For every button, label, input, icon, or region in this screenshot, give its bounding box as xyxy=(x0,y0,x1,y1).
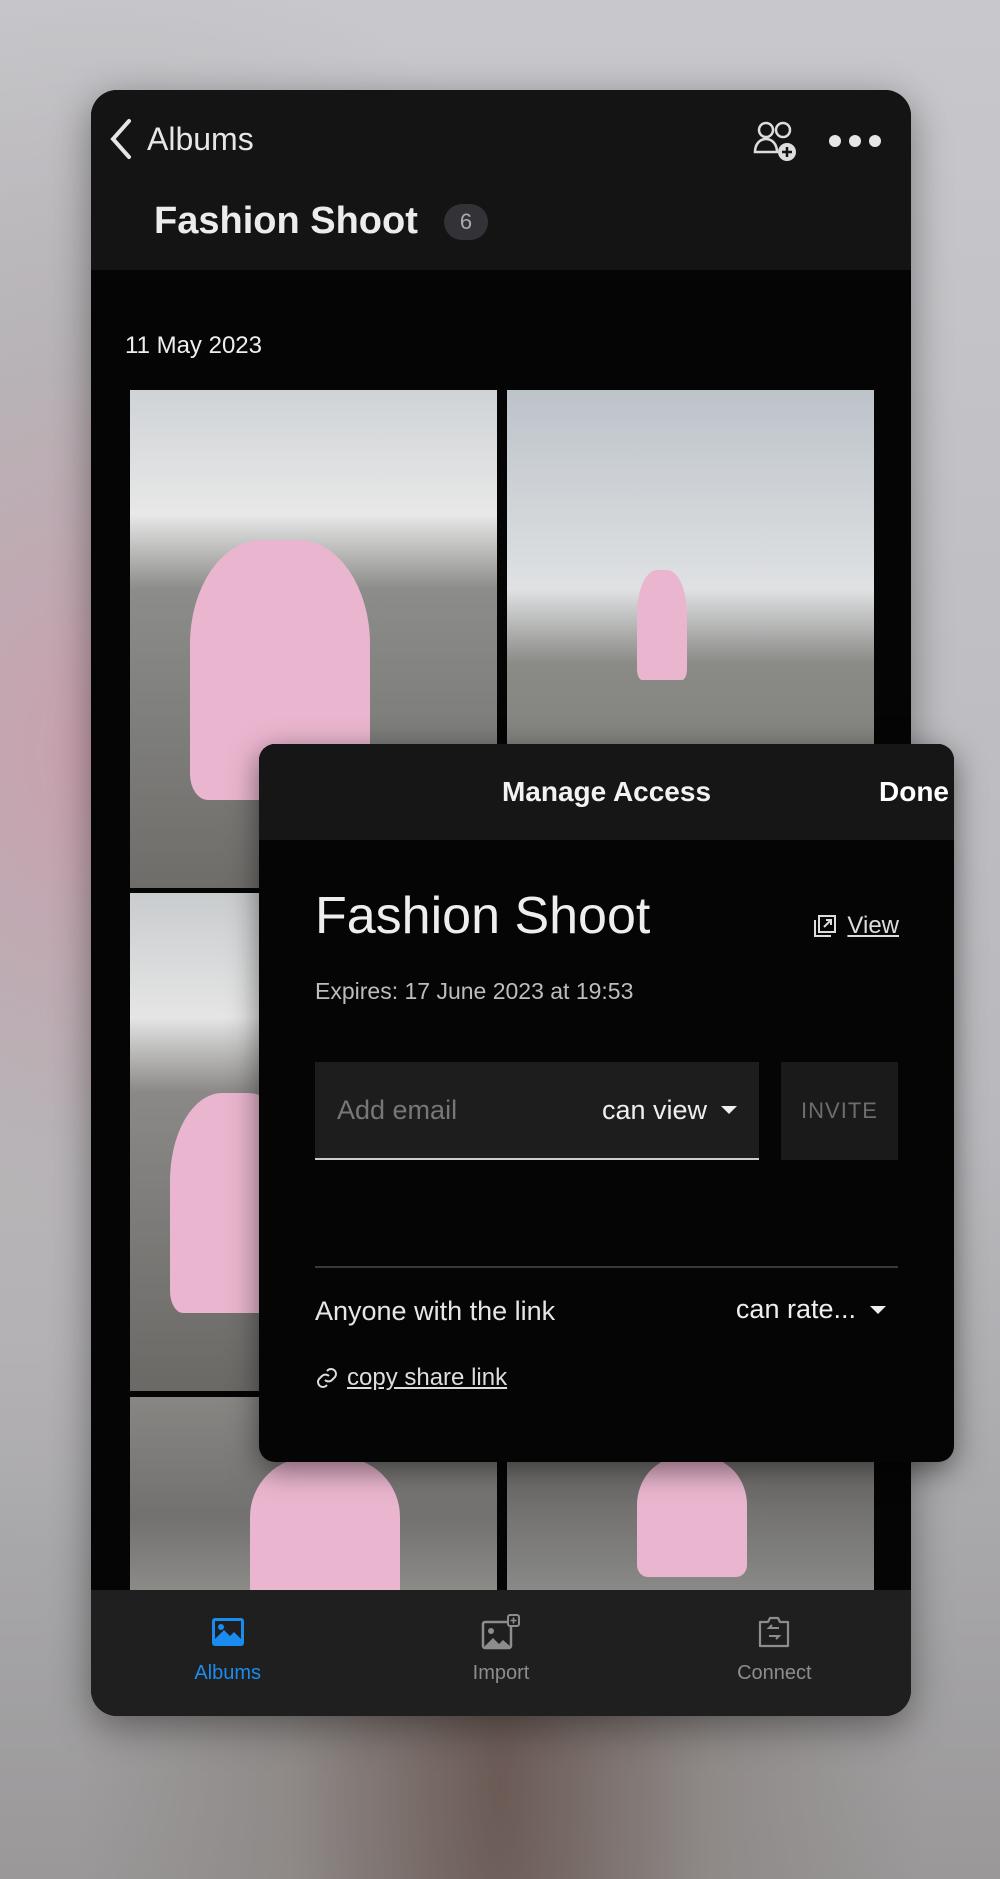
permission-value: can view xyxy=(601,1094,707,1125)
view-label: View xyxy=(847,912,899,939)
back-label: Albums xyxy=(147,120,254,157)
tab-import[interactable]: Import xyxy=(364,1590,637,1716)
manage-access-dialog: Manage Access Done Fashion Shoot View Ex… xyxy=(259,744,954,1462)
invite-button[interactable]: INVITE xyxy=(781,1062,898,1160)
dialog-title: Manage Access xyxy=(501,776,712,807)
dialog-header: Manage Access Done xyxy=(259,744,954,840)
email-placeholder: Add email xyxy=(337,1094,458,1125)
album-name: Fashion Shoot xyxy=(315,887,651,945)
add-people-icon[interactable] xyxy=(753,120,799,162)
dropdown-arrow-icon xyxy=(870,1305,886,1314)
camera-switch-icon xyxy=(759,1616,790,1648)
view-link[interactable]: View xyxy=(813,912,899,940)
done-button[interactable]: Done xyxy=(879,776,954,808)
date-heading: 11 May 2023 xyxy=(125,332,262,359)
tab-albums[interactable]: Albums xyxy=(91,1590,364,1716)
tab-connect[interactable]: Connect xyxy=(638,1590,911,1716)
tab-label: Albums xyxy=(194,1662,262,1684)
photo-count-badge: 6 xyxy=(443,203,489,240)
back-button[interactable]: Albums xyxy=(109,118,254,160)
tab-bar: Albums Import Connect xyxy=(91,1590,911,1716)
email-field[interactable]: Add email can view xyxy=(315,1062,759,1160)
link-permission-select[interactable]: can rate... xyxy=(736,1294,886,1325)
photo-icon xyxy=(211,1618,244,1646)
link-icon xyxy=(317,1368,337,1388)
import-photo-icon xyxy=(481,1614,520,1650)
external-link-icon xyxy=(814,915,837,937)
top-bar: Albums Fashion Shoot 6 xyxy=(91,90,911,270)
album-title: Fashion Shoot xyxy=(154,200,418,242)
expiry-text: Expires: 17 June 2023 at 19:53 xyxy=(315,978,634,1004)
chevron-left-icon xyxy=(110,119,131,159)
more-options-icon[interactable] xyxy=(829,135,881,147)
link-audience-label: Anyone with the link xyxy=(315,1296,556,1326)
tab-label: Connect xyxy=(737,1662,812,1684)
link-permission-value: can rate... xyxy=(735,1294,856,1324)
tab-label: Import xyxy=(472,1662,530,1684)
divider xyxy=(315,1266,898,1268)
permission-select[interactable]: can view xyxy=(602,1095,737,1126)
copy-share-link[interactable]: copy share link xyxy=(315,1364,507,1392)
dropdown-arrow-icon xyxy=(721,1106,737,1114)
copy-link-label: copy share link xyxy=(347,1364,508,1391)
